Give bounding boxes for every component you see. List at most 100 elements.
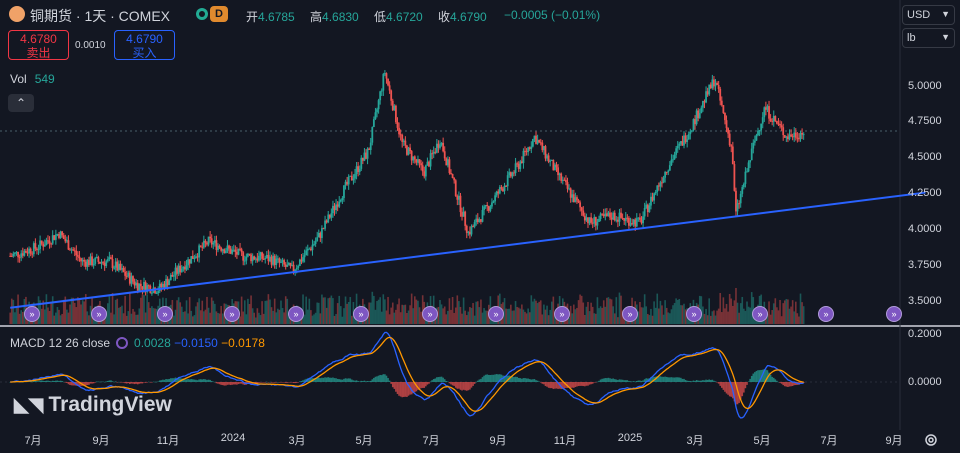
histogram-bar: [672, 377, 674, 382]
volume-bar: [643, 294, 646, 324]
candle-body: [17, 251, 19, 258]
event-marker[interactable]: »: [24, 306, 40, 322]
histogram-bar: [363, 380, 366, 382]
price-chart[interactable]: [0, 0, 960, 453]
candle-body: [664, 171, 667, 178]
volume-bar: [374, 309, 377, 324]
event-marker[interactable]: »: [288, 306, 304, 322]
histogram-bar: [187, 378, 189, 382]
candle-body: [653, 193, 656, 201]
candle-body: [542, 146, 545, 151]
histogram-bar: [747, 381, 750, 382]
volume-bar: [711, 311, 714, 324]
event-marker[interactable]: »: [422, 306, 438, 322]
gear-icon[interactable]: [923, 432, 939, 448]
candle-body: [91, 256, 93, 266]
event-marker[interactable]: »: [752, 306, 768, 322]
volume-bar: [650, 308, 652, 324]
volume-bar: [80, 304, 82, 324]
unit-select[interactable]: lb ▼: [902, 28, 955, 48]
candle-body: [538, 140, 541, 143]
volume-bar: [346, 303, 348, 324]
volume-bar: [154, 308, 156, 324]
volume-bar: [730, 298, 733, 324]
event-marker[interactable]: »: [488, 306, 504, 322]
volume-bar: [744, 310, 747, 324]
event-marker[interactable]: »: [622, 306, 638, 322]
candle-body: [114, 261, 117, 268]
event-marker[interactable]: »: [353, 306, 369, 322]
histogram-bar: [275, 382, 278, 383]
indicator-settings-icon[interactable]: [116, 337, 129, 349]
volume-bar: [212, 300, 215, 324]
histogram-bar: [593, 382, 596, 383]
histogram-bar: [585, 382, 588, 386]
volume-bar: [543, 304, 545, 324]
volume-bar: [571, 313, 574, 324]
histogram-bar: [335, 378, 337, 382]
volume-bar: [732, 305, 734, 324]
candle-body: [94, 257, 97, 264]
event-marker[interactable]: »: [818, 306, 834, 322]
candle-body: [243, 260, 246, 262]
candle-body: [547, 155, 550, 162]
volume-bar: [470, 307, 473, 324]
volume-bar: [724, 308, 726, 324]
histogram-bar: [133, 382, 136, 385]
candle-body: [706, 91, 709, 95]
candle-body: [76, 255, 79, 257]
volume-bar: [530, 295, 533, 324]
volume-bar: [406, 312, 408, 324]
candle-body: [596, 221, 599, 226]
candle-body: [605, 213, 608, 217]
event-marker[interactable]: »: [224, 306, 240, 322]
candle-body: [478, 219, 481, 223]
event-marker[interactable]: »: [554, 306, 570, 322]
volume-bar: [267, 294, 270, 324]
volume-bar: [214, 303, 216, 324]
histogram-bar: [483, 375, 485, 382]
histogram-bar: [692, 380, 695, 382]
volume-bar: [536, 303, 539, 324]
volume-bar: [448, 298, 451, 324]
histogram-bar: [436, 377, 438, 382]
volume-bar: [787, 299, 789, 324]
candle-body: [785, 136, 788, 138]
volume-bar: [122, 313, 125, 324]
volume-bar: [475, 301, 478, 324]
candle-body: [335, 204, 337, 211]
candle-body: [457, 195, 460, 200]
event-marker[interactable]: »: [157, 306, 173, 322]
histogram-bar: [207, 379, 210, 382]
volume-bar: [790, 306, 792, 324]
event-marker[interactable]: »: [686, 306, 702, 322]
histogram-bar: [428, 382, 430, 384]
candle-body: [224, 250, 227, 254]
candle-body: [511, 172, 514, 177]
volume-bar: [672, 305, 674, 324]
candle-body: [15, 251, 18, 253]
histogram-bar: [683, 378, 685, 382]
histogram-bar: [325, 377, 328, 382]
histogram-bar: [116, 382, 119, 383]
event-marker[interactable]: »: [91, 306, 107, 322]
currency-select[interactable]: USD ▼: [902, 5, 955, 25]
histogram-bar: [91, 382, 93, 384]
candle-body: [135, 282, 138, 286]
histogram-bar: [47, 380, 49, 382]
histogram-bar: [240, 382, 243, 384]
histogram-bar: [478, 379, 481, 382]
histogram-bar: [88, 382, 90, 385]
histogram-bar: [371, 379, 374, 382]
histogram-bar: [110, 380, 112, 382]
candle-body: [735, 190, 737, 212]
histogram-bar: [698, 380, 701, 382]
candle-body: [702, 100, 704, 108]
histogram-bar: [634, 381, 637, 383]
candle-body: [719, 88, 722, 101]
histogram-bar: [620, 379, 622, 382]
volume-bar: [73, 302, 76, 324]
event-marker[interactable]: »: [886, 306, 902, 322]
volume-bar: [414, 296, 416, 324]
volume-bar: [151, 306, 153, 324]
